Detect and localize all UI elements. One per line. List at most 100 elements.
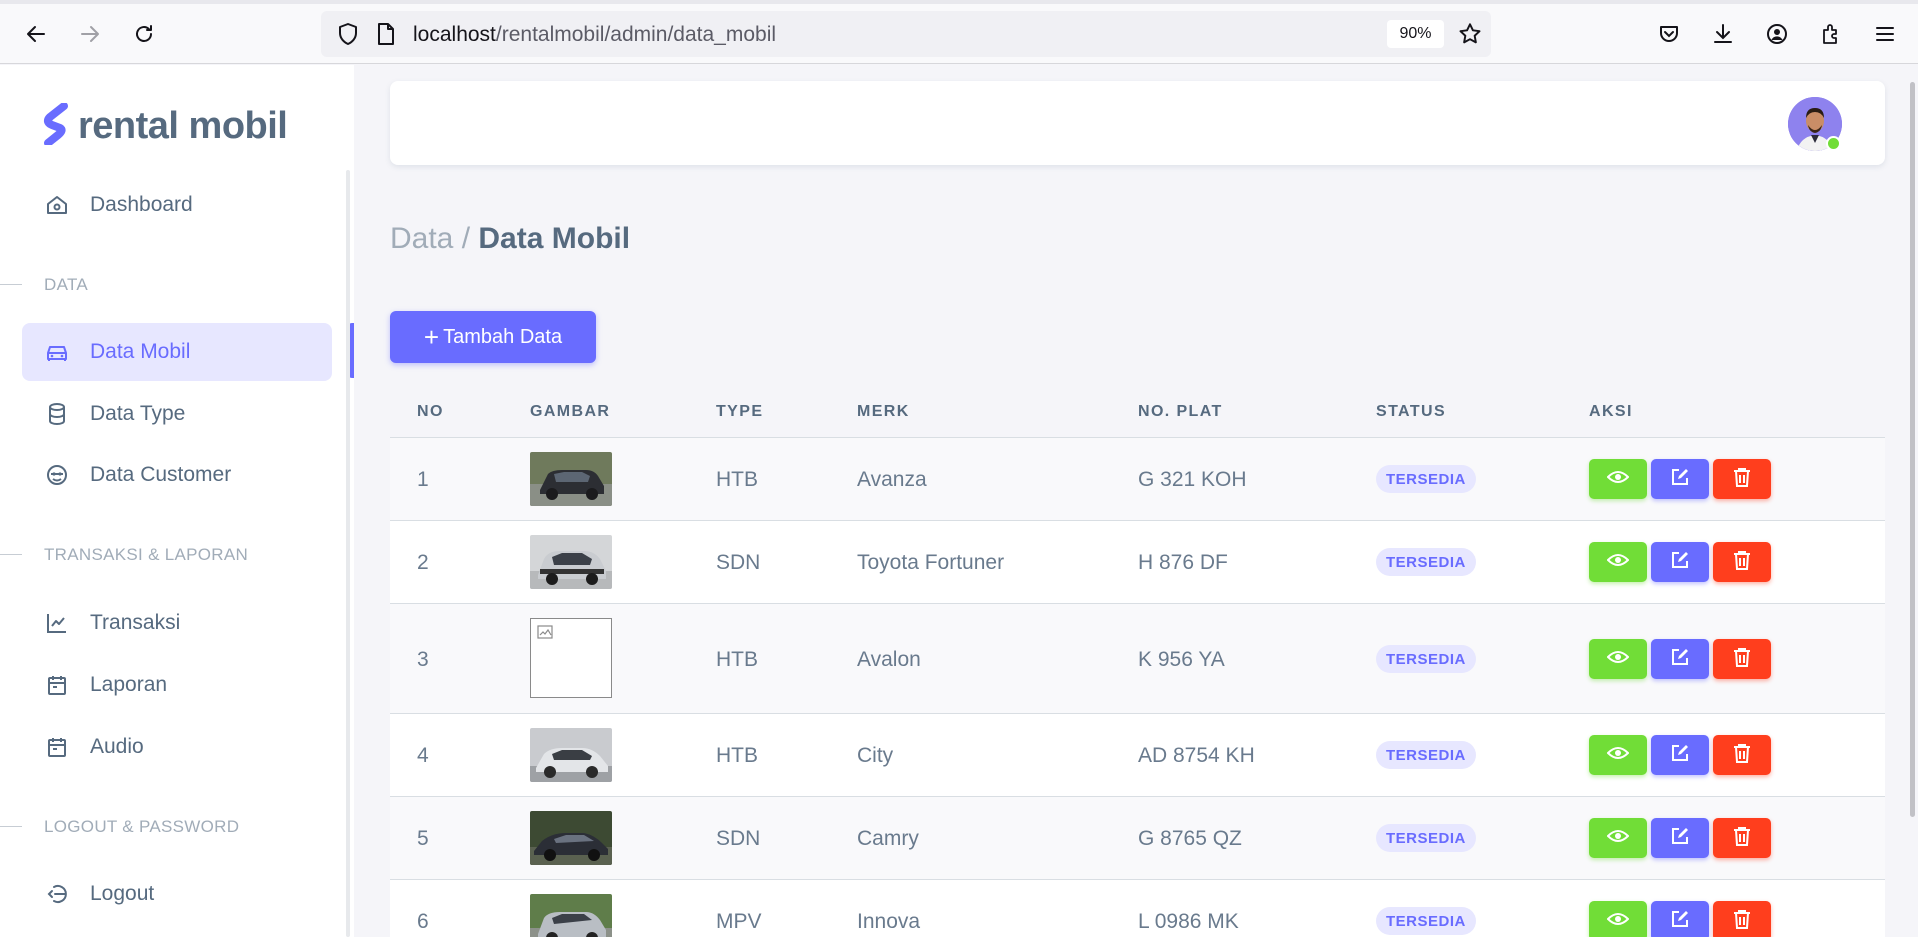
car-thumbnail[interactable] [530,452,612,506]
edit-button[interactable] [1651,639,1709,679]
cell-plat: L 0986 MK [1138,910,1239,933]
edit-icon [1670,467,1690,492]
edit-icon [1670,647,1690,672]
view-button[interactable] [1589,735,1647,775]
status-badge: TERSEDIA [1376,548,1476,576]
column-header-aksi: AKSI [1589,403,1633,420]
view-button[interactable] [1589,542,1647,582]
edit-button[interactable] [1651,459,1709,499]
calendar-icon [44,672,70,698]
brand-logo-icon [42,102,72,150]
delete-button[interactable] [1713,542,1771,582]
cell-type: MPV [716,910,762,933]
forward-arrow-icon[interactable] [74,18,106,50]
table-row: 4 HTB City AD 8754 KH TERSEDIA [390,714,1885,797]
sidebar-scrollbar[interactable] [346,170,350,937]
home-icon [44,192,70,218]
extensions-icon[interactable] [1816,19,1846,49]
cell-merk: City [857,744,894,767]
menu-hamburger-icon[interactable] [1870,19,1900,49]
page-scrollbar[interactable] [1910,82,1915,817]
status-badge: TERSEDIA [1376,907,1476,935]
divider [0,554,22,555]
broken-image-placeholder[interactable] [530,618,612,698]
car-icon [44,339,70,365]
edit-button[interactable] [1651,901,1709,937]
sidebar-item-data-mobil[interactable]: Data Mobil [22,323,332,381]
url-bar[interactable]: localhost/rentalmobil/admin/data_mobil 9… [321,11,1491,57]
bookmark-star-icon[interactable] [1455,19,1485,49]
view-button[interactable] [1589,901,1647,937]
sidebar-item-data-customer[interactable]: Data Customer [22,446,332,504]
car-thumbnail[interactable] [530,535,612,589]
menu-header-logout: LOGOUT & PASSWORD [44,817,240,836]
url-text[interactable]: localhost/rentalmobil/admin/data_mobil [413,23,776,47]
trash-icon [1733,647,1751,672]
menu-header-data: DATA [44,275,89,294]
sidebar-item-data-type[interactable]: Data Type [22,385,332,443]
edit-icon [1670,550,1690,575]
eye-icon [1606,469,1630,490]
account-icon[interactable] [1762,19,1792,49]
edit-button[interactable] [1651,818,1709,858]
add-data-button[interactable]: + Tambah Data [390,311,596,363]
download-icon[interactable] [1708,19,1738,49]
divider [0,284,22,285]
zoom-level[interactable]: 90% [1387,20,1444,48]
cell-type: HTB [716,648,758,671]
sidebar-item-label: Data Customer [90,463,232,486]
shield-icon[interactable] [333,19,363,49]
reload-icon[interactable] [128,18,160,50]
sidebar-item-laporan[interactable]: Laporan [22,656,332,714]
sidebar-item-transaksi[interactable]: Transaksi [22,594,332,652]
cell-plat: G 8765 QZ [1138,827,1242,850]
view-button[interactable] [1589,818,1647,858]
sidebar-item-dashboard[interactable]: Dashboard [22,176,332,234]
car-thumbnail[interactable] [530,728,612,782]
delete-button[interactable] [1713,639,1771,679]
url-host: localhost [413,23,496,46]
cell-type: HTB [716,468,758,491]
pocket-icon[interactable] [1654,19,1684,49]
cell-no: 4 [417,744,429,767]
cell-merk: Camry [857,827,919,850]
column-header-status: STATUS [1376,403,1447,420]
car-thumbnail[interactable] [530,894,612,937]
page-icon[interactable] [371,19,401,49]
menu-header-transaksi: TRANSAKSI & LAPORAN [44,545,249,564]
table-row: 5 SDN Camry G 8765 QZ TERSEDIA [390,797,1885,880]
brand-name: rental mobil [78,105,288,147]
view-button[interactable] [1589,459,1647,499]
sidebar-item-label: Audio [90,735,144,758]
broken-image-icon [537,625,555,646]
edit-button[interactable] [1651,542,1709,582]
database-icon [44,401,70,427]
calendar-icon [44,734,70,760]
eye-icon [1606,828,1630,849]
delete-button[interactable] [1713,901,1771,937]
edit-button[interactable] [1651,735,1709,775]
edit-icon [1670,826,1690,851]
online-status-dot [1826,136,1841,151]
sidebar-item-label: Data Type [90,402,186,425]
page-title: Data Mobil [478,222,631,255]
brand[interactable]: rental mobil [42,102,288,150]
back-arrow-icon[interactable] [20,18,52,50]
trash-icon [1733,550,1751,575]
cell-type: SDN [716,827,761,850]
edit-icon [1670,743,1690,768]
sidebar-item-logout[interactable]: Logout [22,865,332,923]
edit-icon [1670,909,1690,934]
sidebar-item-audio[interactable]: Audio [22,718,332,776]
delete-button[interactable] [1713,459,1771,499]
table-row: 1 HTB Avanza G 321 KOH TERSEDIA [390,438,1885,521]
cell-no: 1 [417,468,429,491]
delete-button[interactable] [1713,818,1771,858]
view-button[interactable] [1589,639,1647,679]
breadcrumb-parent[interactable]: Data / [390,222,470,255]
car-thumbnail[interactable] [530,811,612,865]
delete-button[interactable] [1713,735,1771,775]
tab-strip [0,0,1918,4]
table-row: 3 HTB Avalon K 956 YA TERSEDIA [390,604,1885,714]
browser-toolbar: localhost/rentalmobil/admin/data_mobil 9… [0,0,1918,64]
